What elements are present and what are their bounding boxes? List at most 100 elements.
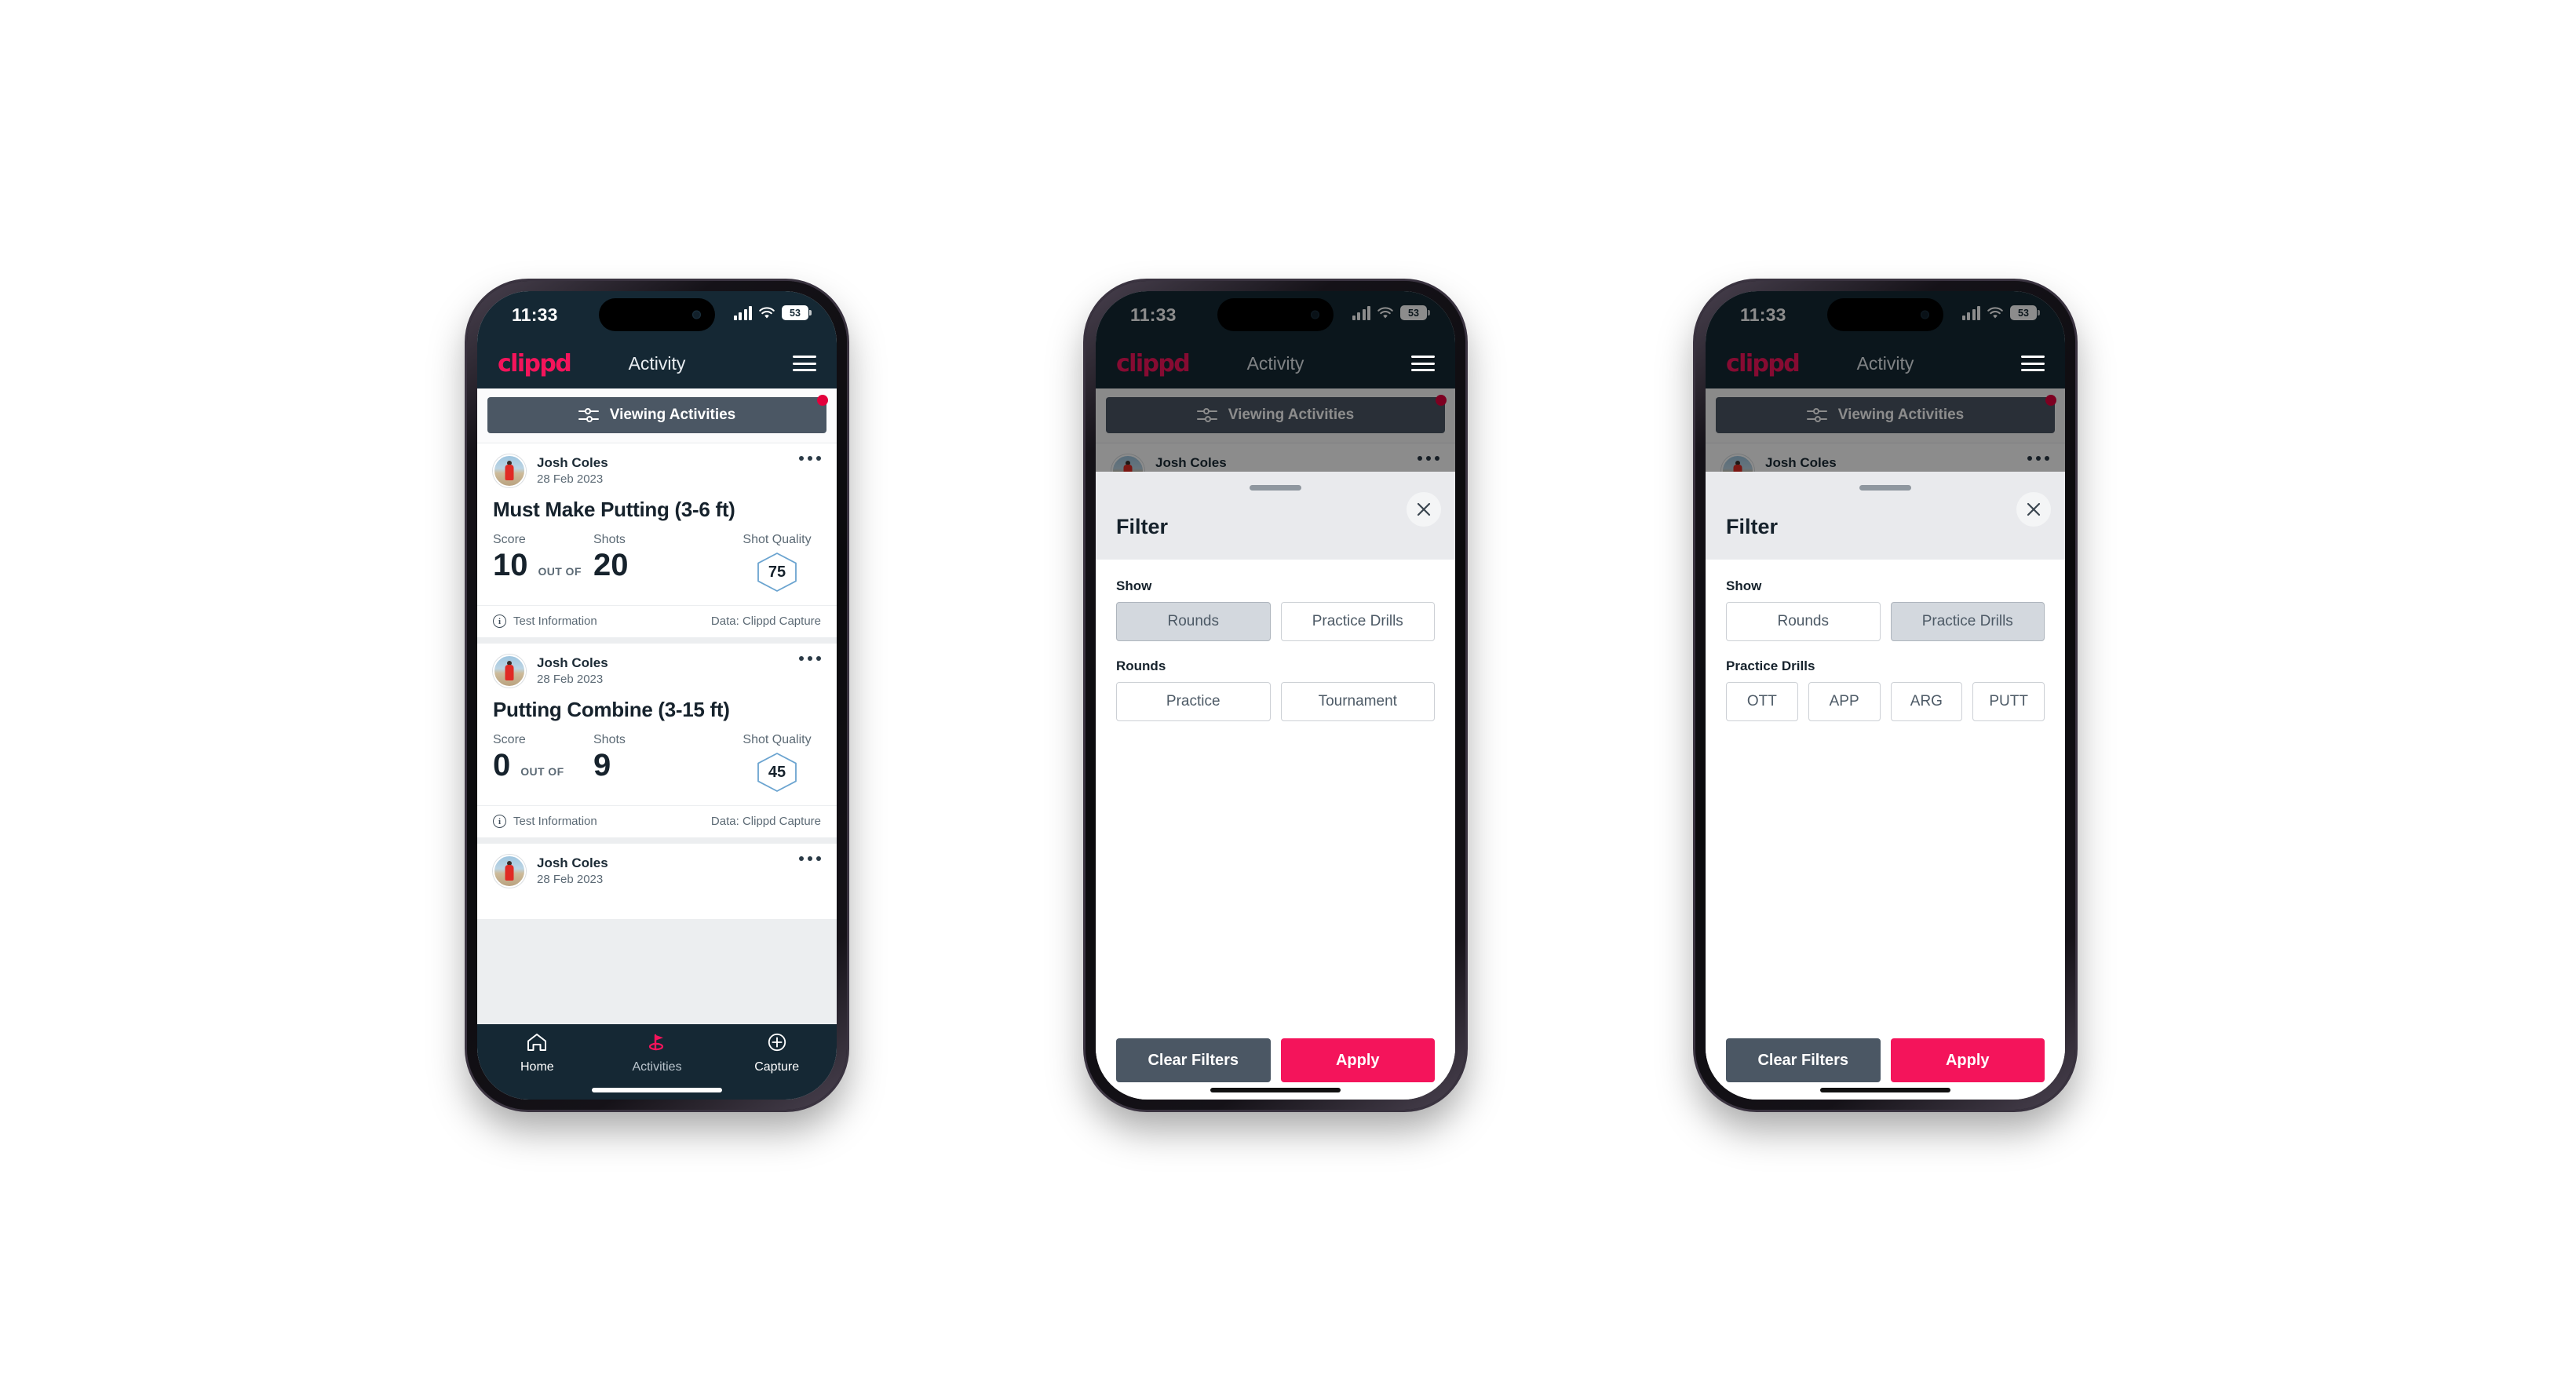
shot-quality-label: Shot Quality xyxy=(743,733,812,746)
shots-stat: Shots 20 xyxy=(593,533,733,581)
activity-card-header: Josh Coles 28 Feb 2023 xyxy=(477,443,837,487)
test-information-label: Test Information xyxy=(513,615,597,628)
nav-label-home: Home xyxy=(520,1060,554,1074)
practice-option-arg[interactable]: ARG xyxy=(1890,682,1963,721)
rounds-option-tournament[interactable]: Tournament xyxy=(1280,682,1435,721)
activity-date: 28 Feb 2023 xyxy=(537,673,604,687)
activity-author: Josh Coles 28 Feb 2023 xyxy=(537,455,608,487)
home-icon xyxy=(526,1032,548,1056)
show-option-practice-drills[interactable]: Practice Drills xyxy=(1280,602,1435,641)
filter-sheet-body: Show Rounds Practice Drills Practice Dri… xyxy=(1706,560,2065,1038)
shots-label: Shots xyxy=(593,733,626,746)
filter-sheet-header: Filter xyxy=(1096,472,1455,560)
practice-option-putt[interactable]: PUTT xyxy=(1972,682,2045,721)
score-label: Score xyxy=(493,733,526,746)
filter-sheet-title: Filter xyxy=(1726,515,1779,538)
practice-drills-options-group: OTT APP ARG PUTT xyxy=(1726,682,2045,721)
nav-item-capture[interactable]: Capture xyxy=(717,1032,837,1074)
filter-sheet-body: Show Rounds Practice Drills Rounds Pract… xyxy=(1096,560,1455,1038)
viewing-activities-label: Viewing Activities xyxy=(609,407,736,423)
activity-title: Putting Combine (3-15 ft) xyxy=(493,698,730,721)
dynamic-island xyxy=(599,298,715,331)
test-information[interactable]: i Test Information xyxy=(493,615,597,628)
activity-card-header: Josh Coles 28 Feb 2023 xyxy=(477,644,837,688)
out-of-label: OUT OF xyxy=(538,565,582,578)
plus-circle-icon xyxy=(766,1032,788,1056)
nav-label-capture: Capture xyxy=(754,1060,800,1074)
avatar xyxy=(493,655,526,688)
score-label: Score xyxy=(493,533,526,546)
author-name: Josh Coles xyxy=(537,855,608,871)
activity-stats: Score 0 OUT OF Shots 9 Shot Quality 45 xyxy=(477,722,837,805)
activity-feed-list[interactable]: Josh Coles 28 Feb 2023 Must Make Putting… xyxy=(477,443,837,1024)
avatar xyxy=(493,855,526,888)
shot-quality-hexagon: 75 xyxy=(755,552,799,593)
rounds-options-group: Practice Tournament xyxy=(1116,682,1435,721)
shot-quality-label: Shot Quality xyxy=(743,533,812,546)
screen-filter-rounds: 11:33 53 clippd Activity Viewing Activit… xyxy=(1096,291,1455,1100)
shots-stat: Shots 9 xyxy=(593,733,733,781)
home-indicator xyxy=(1820,1088,1950,1092)
activity-stats: Score 10 OUT OF Shots 20 Shot Quality 75 xyxy=(477,522,837,605)
phone-activity-feed: 11:33 53 clippd Activity Viewing Activit… xyxy=(467,281,847,1110)
activity-card[interactable]: Josh Coles 28 Feb 2023 Putting Combine (… xyxy=(477,644,837,837)
nav-item-activities[interactable]: Activities xyxy=(597,1032,717,1074)
clear-filters-button[interactable]: Clear Filters xyxy=(1726,1038,1881,1082)
show-option-rounds[interactable]: Rounds xyxy=(1116,602,1271,641)
show-toggle-group: Rounds Practice Drills xyxy=(1116,602,1435,641)
close-icon[interactable] xyxy=(2016,492,2051,527)
home-indicator xyxy=(592,1088,722,1092)
clear-filters-button[interactable]: Clear Filters xyxy=(1116,1038,1271,1082)
apply-button[interactable]: Apply xyxy=(1280,1038,1435,1082)
rounds-option-practice[interactable]: Practice xyxy=(1116,682,1271,721)
practice-option-ott[interactable]: OTT xyxy=(1726,682,1798,721)
more-options-icon[interactable] xyxy=(799,656,821,661)
activity-author: Josh Coles 28 Feb 2023 xyxy=(537,855,608,887)
sheet-grabber[interactable] xyxy=(1859,485,1911,491)
shot-quality-value: 45 xyxy=(768,763,786,781)
status-time: 11:33 xyxy=(512,305,558,325)
shot-quality-value: 75 xyxy=(768,563,786,581)
menu-icon[interactable] xyxy=(2021,356,2045,371)
score-stat: Score 10 OUT OF xyxy=(493,533,593,581)
out-of-label: OUT OF xyxy=(520,765,564,778)
activity-date: 28 Feb 2023 xyxy=(537,873,604,887)
battery-icon: 53 xyxy=(782,305,812,320)
tune-sliders-icon xyxy=(578,407,599,423)
apply-button[interactable]: Apply xyxy=(1890,1038,2045,1082)
menu-icon[interactable] xyxy=(793,356,816,371)
info-icon: i xyxy=(493,815,506,828)
more-options-icon[interactable] xyxy=(799,456,821,461)
close-icon[interactable] xyxy=(1407,492,1441,527)
author-name: Josh Coles xyxy=(537,655,608,671)
test-information[interactable]: i Test Information xyxy=(493,815,597,828)
filter-bar-container: Viewing Activities xyxy=(477,388,837,443)
avatar xyxy=(493,454,526,487)
practice-option-app[interactable]: APP xyxy=(1808,682,1881,721)
menu-icon[interactable] xyxy=(1411,356,1435,371)
show-group-label: Show xyxy=(1116,578,1152,593)
more-options-icon[interactable] xyxy=(799,856,821,861)
shot-quality-stat: Shot Quality 45 xyxy=(733,733,821,793)
filter-active-badge xyxy=(817,395,828,406)
filter-sheet-title: Filter xyxy=(1116,515,1169,538)
activity-card-footer: i Test Information Data: Clippd Capture xyxy=(477,605,837,637)
phone-filter-practice-drills: 11:33 53 clippd Activity Viewing Activit… xyxy=(1695,281,2075,1110)
test-information-label: Test Information xyxy=(513,815,597,828)
show-option-practice-drills[interactable]: Practice Drills xyxy=(1890,602,2045,641)
activity-card[interactable]: Josh Coles 28 Feb 2023 xyxy=(477,844,837,919)
app-bar: clippd Activity xyxy=(477,338,837,388)
nav-item-home[interactable]: Home xyxy=(477,1032,597,1074)
info-icon: i xyxy=(493,615,506,628)
show-option-rounds[interactable]: Rounds xyxy=(1726,602,1881,641)
shots-label: Shots xyxy=(593,533,626,546)
phone-filter-rounds: 11:33 53 clippd Activity Viewing Activit… xyxy=(1085,281,1465,1110)
activity-card[interactable]: Josh Coles 28 Feb 2023 Must Make Putting… xyxy=(477,443,837,637)
rounds-group-label: Rounds xyxy=(1116,658,1166,673)
sheet-grabber[interactable] xyxy=(1250,485,1301,491)
activity-card-footer: i Test Information Data: Clippd Capture xyxy=(477,805,837,837)
data-source-label: Data: Clippd Capture xyxy=(710,815,821,828)
screen-filter-practice-drills: 11:33 53 clippd Activity Viewing Activit… xyxy=(1706,291,2065,1100)
filter-sheet: Filter Show Rounds Practice Drills Pract… xyxy=(1706,472,2065,1100)
viewing-activities-button[interactable]: Viewing Activities xyxy=(487,397,826,433)
